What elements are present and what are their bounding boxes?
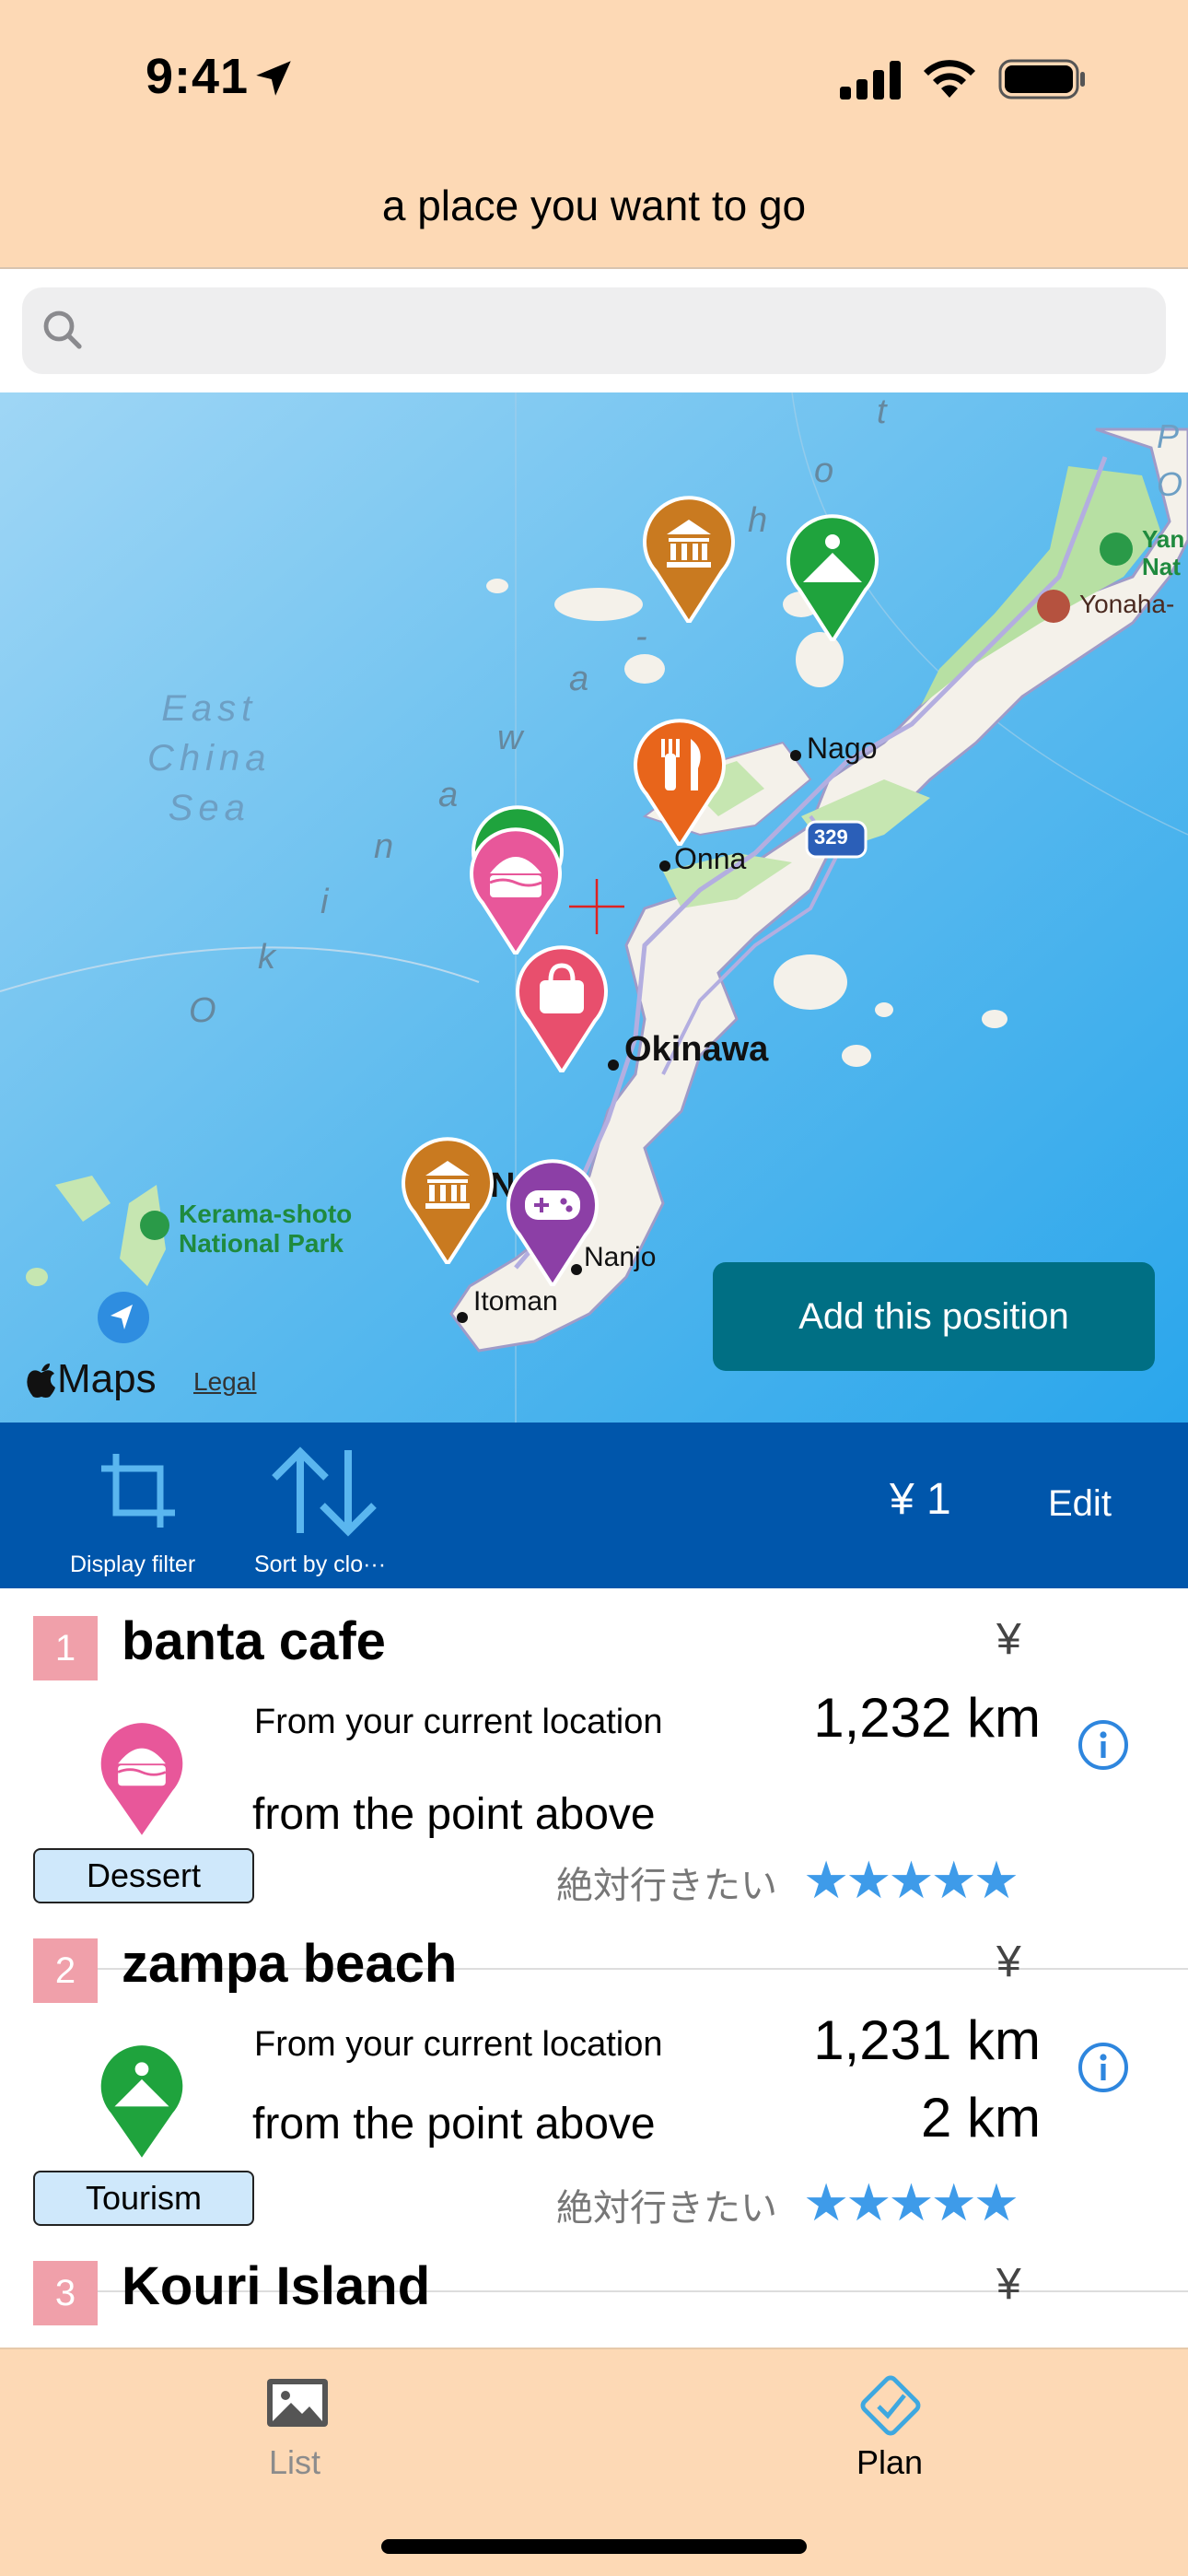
- museum-pin-icon[interactable]: [641, 494, 737, 623]
- photo-icon: [267, 2379, 328, 2427]
- route-shield-label: 329: [814, 825, 848, 849]
- from-current-label: From your current location: [254, 1703, 663, 1741]
- tab-plan[interactable]: Plan: [798, 2349, 982, 2515]
- legal-link[interactable]: Legal: [193, 1367, 257, 1397]
- price-mark: ¥: [996, 1615, 1021, 1664]
- arc-letter: n: [374, 827, 394, 866]
- from-prev-label: from the point above: [252, 2100, 656, 2149]
- from-current-label: From your current location: [254, 2025, 663, 2064]
- sea-label-edge: P O: [1157, 417, 1183, 503]
- price-mark: ¥: [996, 1938, 1021, 1986]
- city-dot: [457, 1312, 468, 1323]
- display-filter-label[interactable]: Display filter: [70, 1551, 195, 1578]
- city-dot: [790, 750, 801, 761]
- tab-plan-label: Plan: [856, 2443, 924, 2481]
- place-name: zampa beach: [122, 1934, 458, 1994]
- city-label-nago: Nago: [807, 732, 878, 765]
- category-badge: Tourism: [33, 2171, 254, 2226]
- city-dot: [659, 861, 670, 872]
- dessert-category-icon: [100, 1723, 183, 1835]
- shopping-pin-icon[interactable]: [514, 943, 610, 1072]
- page-title: a place you want to go: [381, 181, 807, 229]
- info-icon[interactable]: [1077, 1719, 1129, 1771]
- sort-label[interactable]: Sort by clo···: [254, 1551, 386, 1578]
- tourism-category-icon: [100, 2045, 183, 2158]
- city-label-onna: Onna: [674, 842, 747, 875]
- place-name: banta cafe: [122, 1611, 386, 1671]
- maps-attribution: Maps: [57, 1356, 157, 1401]
- game-pin-icon[interactable]: [505, 1157, 600, 1286]
- wifi-icon: [924, 60, 975, 98]
- star-rating: ★★★★★: [803, 2173, 1019, 2231]
- sea-label: East China Sea: [147, 688, 272, 828]
- crop-filter-icon[interactable]: [94, 1446, 182, 1535]
- city-label-itoman: Itoman: [473, 1286, 558, 1317]
- arc-letter: a: [569, 660, 589, 698]
- category-badge: Dessert: [33, 1848, 254, 1903]
- apple-logo-icon: [27, 1364, 55, 1398]
- sort-arrows-icon[interactable]: [267, 1445, 381, 1539]
- price-mark: ¥: [996, 2260, 1021, 2309]
- priority-label: 絶対行きたい: [556, 1866, 777, 1906]
- plan-check-icon: [860, 2375, 921, 2436]
- rank-badge: 3: [33, 2261, 98, 2325]
- dessert-pin-icon[interactable]: [468, 825, 564, 954]
- budget-total: ¥ 1: [890, 1475, 951, 1524]
- header-bar: 9:41 a place you want to go: [0, 0, 1188, 269]
- arc-letter: -: [635, 617, 647, 656]
- add-position-button[interactable]: Add this position: [713, 1262, 1155, 1371]
- arc-letter: t: [877, 392, 887, 431]
- priority-label: 絶対行きたい: [556, 2188, 777, 2229]
- arc-letter: O: [189, 991, 216, 1030]
- list-item[interactable]: 3 Kouri Island ¥: [0, 2233, 1188, 2348]
- park-label-yanbaru: Yan Nat: [1142, 525, 1185, 580]
- tab-list-label: List: [268, 2443, 321, 2481]
- rank-badge: 1: [33, 1616, 98, 1680]
- peak-label-yonaha: Yonaha-: [1079, 590, 1175, 618]
- arc-letter: i: [320, 883, 329, 921]
- arc-letter: o: [814, 451, 834, 490]
- rank-badge: 2: [33, 1938, 98, 2003]
- from-current-value: 1,231 km: [813, 2009, 1041, 2071]
- info-icon[interactable]: [1077, 2042, 1129, 2093]
- arc-letter: w: [497, 719, 523, 757]
- arc-letter: a: [438, 776, 459, 814]
- from-current-value: 1,232 km: [813, 1687, 1041, 1749]
- tourism-pin-icon[interactable]: [785, 512, 880, 641]
- battery-icon: [998, 59, 1085, 100]
- place-list[interactable]: 1 banta cafe ¥ From your current locatio…: [0, 1588, 1188, 2348]
- restaurant-pin-icon[interactable]: [632, 717, 728, 846]
- arc-letter: h: [748, 501, 768, 540]
- from-prev-label: from the point above: [252, 1790, 656, 1839]
- tab-list[interactable]: List: [203, 2349, 387, 2515]
- status-time: 9:41: [146, 49, 250, 104]
- list-item[interactable]: 1 banta cafe ¥ From your current locatio…: [0, 1588, 1188, 1911]
- city-label-okinawa: Okinawa: [624, 1030, 769, 1069]
- arc-letter: k: [258, 938, 275, 977]
- star-rating: ★★★★★: [803, 1851, 1019, 1909]
- list-item[interactable]: 2 zampa beach ¥ From your current locati…: [0, 1911, 1188, 2233]
- cellular-signal-icon: [840, 61, 901, 100]
- place-name: Kouri Island: [122, 2256, 431, 2316]
- park-label-kerama: Kerama-shoto National Park: [179, 1200, 353, 1258]
- museum-pin-icon[interactable]: [400, 1135, 495, 1264]
- home-indicator[interactable]: [381, 2539, 807, 2554]
- search-input[interactable]: [22, 287, 1166, 374]
- location-arrow-icon: [256, 61, 291, 96]
- from-prev-value: 2 km: [920, 2087, 1041, 2149]
- search-icon: [43, 310, 82, 349]
- edit-button[interactable]: Edit: [1048, 1483, 1112, 1525]
